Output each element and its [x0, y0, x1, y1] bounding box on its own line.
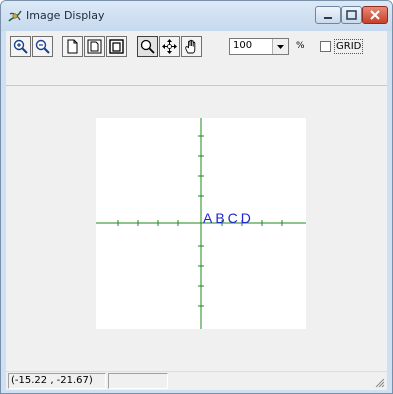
new-page-button[interactable] — [62, 36, 83, 57]
pan-tool-button[interactable] — [181, 36, 202, 57]
minimize-button[interactable] — [315, 6, 341, 24]
move-tool-button[interactable] — [159, 36, 180, 57]
title-bar[interactable]: Image Display — [1, 1, 392, 31]
zoom-in-button[interactable] — [10, 36, 31, 57]
close-icon — [370, 10, 380, 20]
status-empty-pane — [108, 373, 168, 389]
zoom-out-icon — [35, 39, 50, 54]
status-bar: (-15.22 , -21.67) — [6, 372, 387, 390]
zoom-out-button[interactable] — [32, 36, 53, 57]
chevron-down-icon — [277, 45, 284, 49]
grid-checkbox[interactable] — [320, 41, 331, 52]
zoom-value: 100 — [233, 40, 253, 51]
resize-grip-icon[interactable] — [373, 376, 385, 388]
page-icon — [67, 39, 78, 54]
zoom-dropdown-button[interactable] — [272, 39, 288, 54]
grid-label[interactable]: GRID — [334, 39, 364, 54]
maximize-button[interactable] — [341, 6, 362, 24]
hand-icon — [185, 39, 196, 54]
axes-plot: ABCD — [96, 118, 306, 329]
image-display-window: Image Display 100 % GRID ABCD (-15.22 , … — [0, 0, 393, 394]
image-canvas[interactable]: ABCD — [96, 118, 306, 329]
status-coordinates-pane: (-15.22 , -21.67) — [8, 373, 106, 389]
toolbar: 100 % GRID — [6, 31, 387, 85]
maximize-icon — [346, 10, 357, 20]
zoom-in-icon — [13, 39, 28, 54]
zoom-tool-button[interactable] — [137, 36, 158, 57]
cursor-coordinates: (-15.22 , -21.67) — [11, 375, 93, 386]
app-icon — [8, 10, 22, 22]
fit-page-icon — [87, 39, 102, 54]
magnifier-icon — [140, 39, 155, 54]
percent-label: % — [296, 41, 305, 51]
full-page-button[interactable] — [106, 36, 127, 57]
toolbar-divider — [6, 85, 387, 86]
close-button[interactable] — [362, 6, 388, 24]
zoom-select[interactable]: 100 — [229, 38, 289, 55]
window-title: Image Display — [26, 9, 105, 22]
minimize-icon — [324, 17, 332, 19]
full-page-icon — [109, 39, 124, 54]
move-arrows-icon — [162, 39, 177, 54]
fit-page-button[interactable] — [84, 36, 105, 57]
canvas-text: ABCD — [203, 210, 254, 226]
